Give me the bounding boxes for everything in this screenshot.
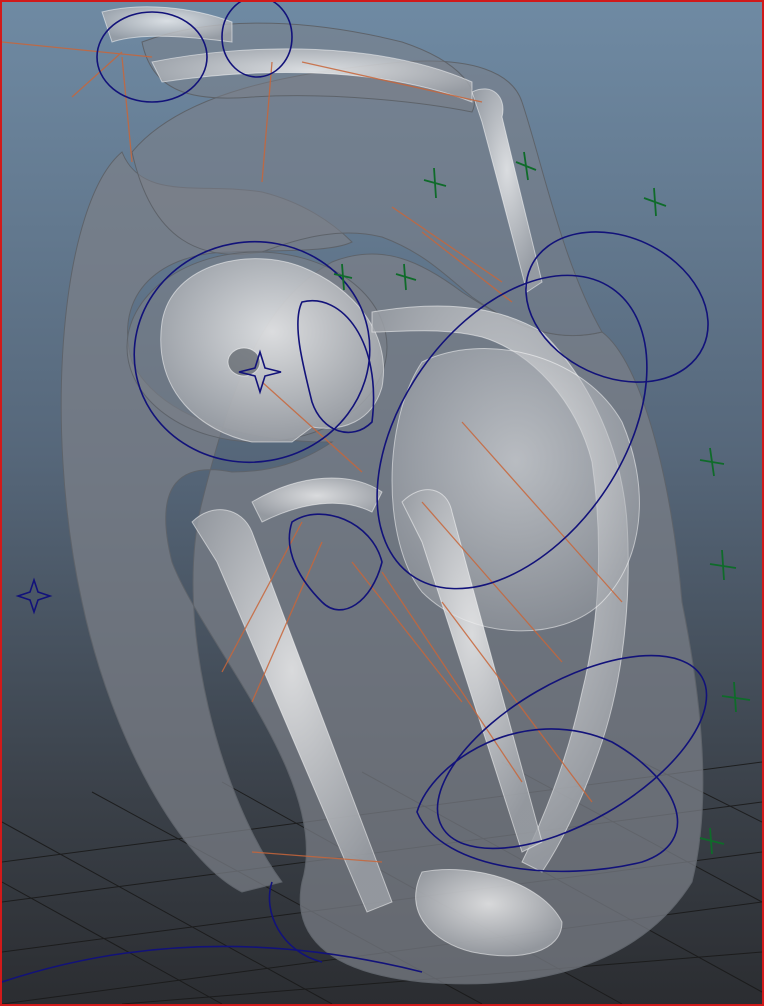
cross-locator-icon[interactable] bbox=[699, 447, 725, 477]
cross-locator-icon[interactable] bbox=[721, 681, 751, 713]
viewport-panel[interactable] bbox=[0, 0, 764, 1006]
cross-locator-icon[interactable] bbox=[699, 827, 725, 855]
cross-locator-icon[interactable] bbox=[709, 549, 737, 581]
hand-bone bbox=[101, 6, 233, 43]
cross-locator-icon[interactable] bbox=[643, 187, 667, 217]
scene-canvas[interactable] bbox=[2, 2, 762, 1004]
eye-socket bbox=[227, 347, 261, 377]
star-locator-icon[interactable] bbox=[15, 577, 53, 615]
